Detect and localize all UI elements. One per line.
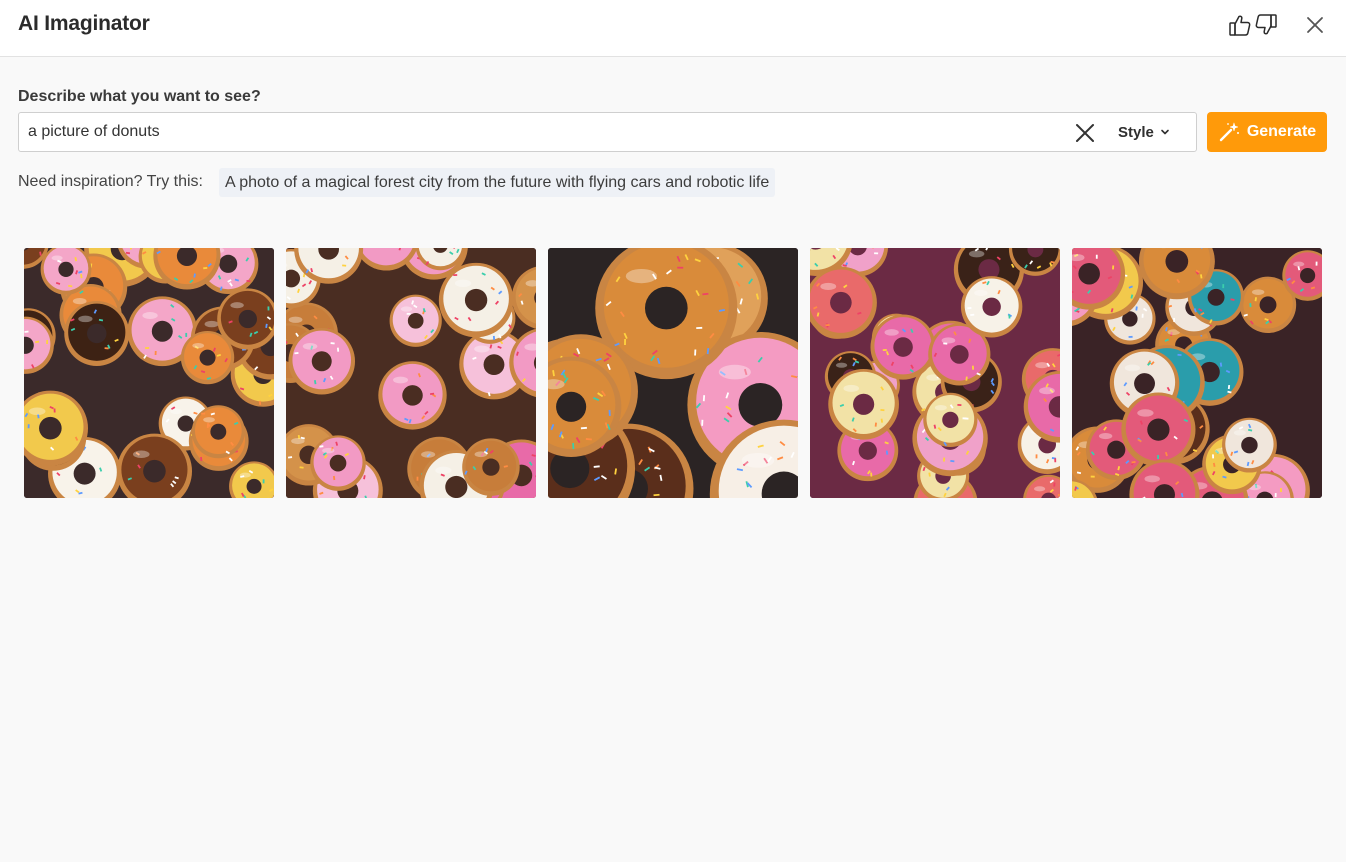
- app-header: AI Imaginator: [0, 0, 1346, 57]
- result-image[interactable]: [810, 248, 1060, 498]
- donut-image: [1072, 248, 1322, 498]
- inspiration-suggestion[interactable]: A photo of a magical forest city from th…: [219, 168, 776, 197]
- clear-input-icon[interactable]: [1074, 122, 1096, 144]
- result-image[interactable]: [286, 248, 536, 498]
- generate-button[interactable]: Generate: [1207, 112, 1327, 152]
- generate-label: Generate: [1246, 123, 1317, 140]
- thumbs-down-icon[interactable]: [1253, 12, 1279, 38]
- donut-image: [286, 248, 536, 498]
- close-icon[interactable]: [1303, 13, 1327, 37]
- prompt-field: Style: [18, 112, 1197, 152]
- style-dropdown[interactable]: Style: [1118, 113, 1188, 151]
- magic-wand-icon: [1218, 121, 1240, 143]
- app-title: AI Imaginator: [18, 12, 150, 35]
- donut-image: [548, 248, 798, 498]
- chevron-down-icon: [1160, 127, 1170, 137]
- prompt-label: Describe what you want to see?: [18, 88, 261, 105]
- thumbs-up-icon[interactable]: [1227, 12, 1253, 38]
- prompt-input[interactable]: [28, 113, 1068, 151]
- donut-image: [24, 248, 274, 498]
- style-label: Style: [1118, 123, 1154, 141]
- inspiration-label: Need inspiration? Try this:: [18, 173, 203, 190]
- donut-image: [810, 248, 1060, 498]
- result-image[interactable]: [1072, 248, 1322, 498]
- result-image[interactable]: [548, 248, 798, 498]
- result-image[interactable]: [24, 248, 274, 498]
